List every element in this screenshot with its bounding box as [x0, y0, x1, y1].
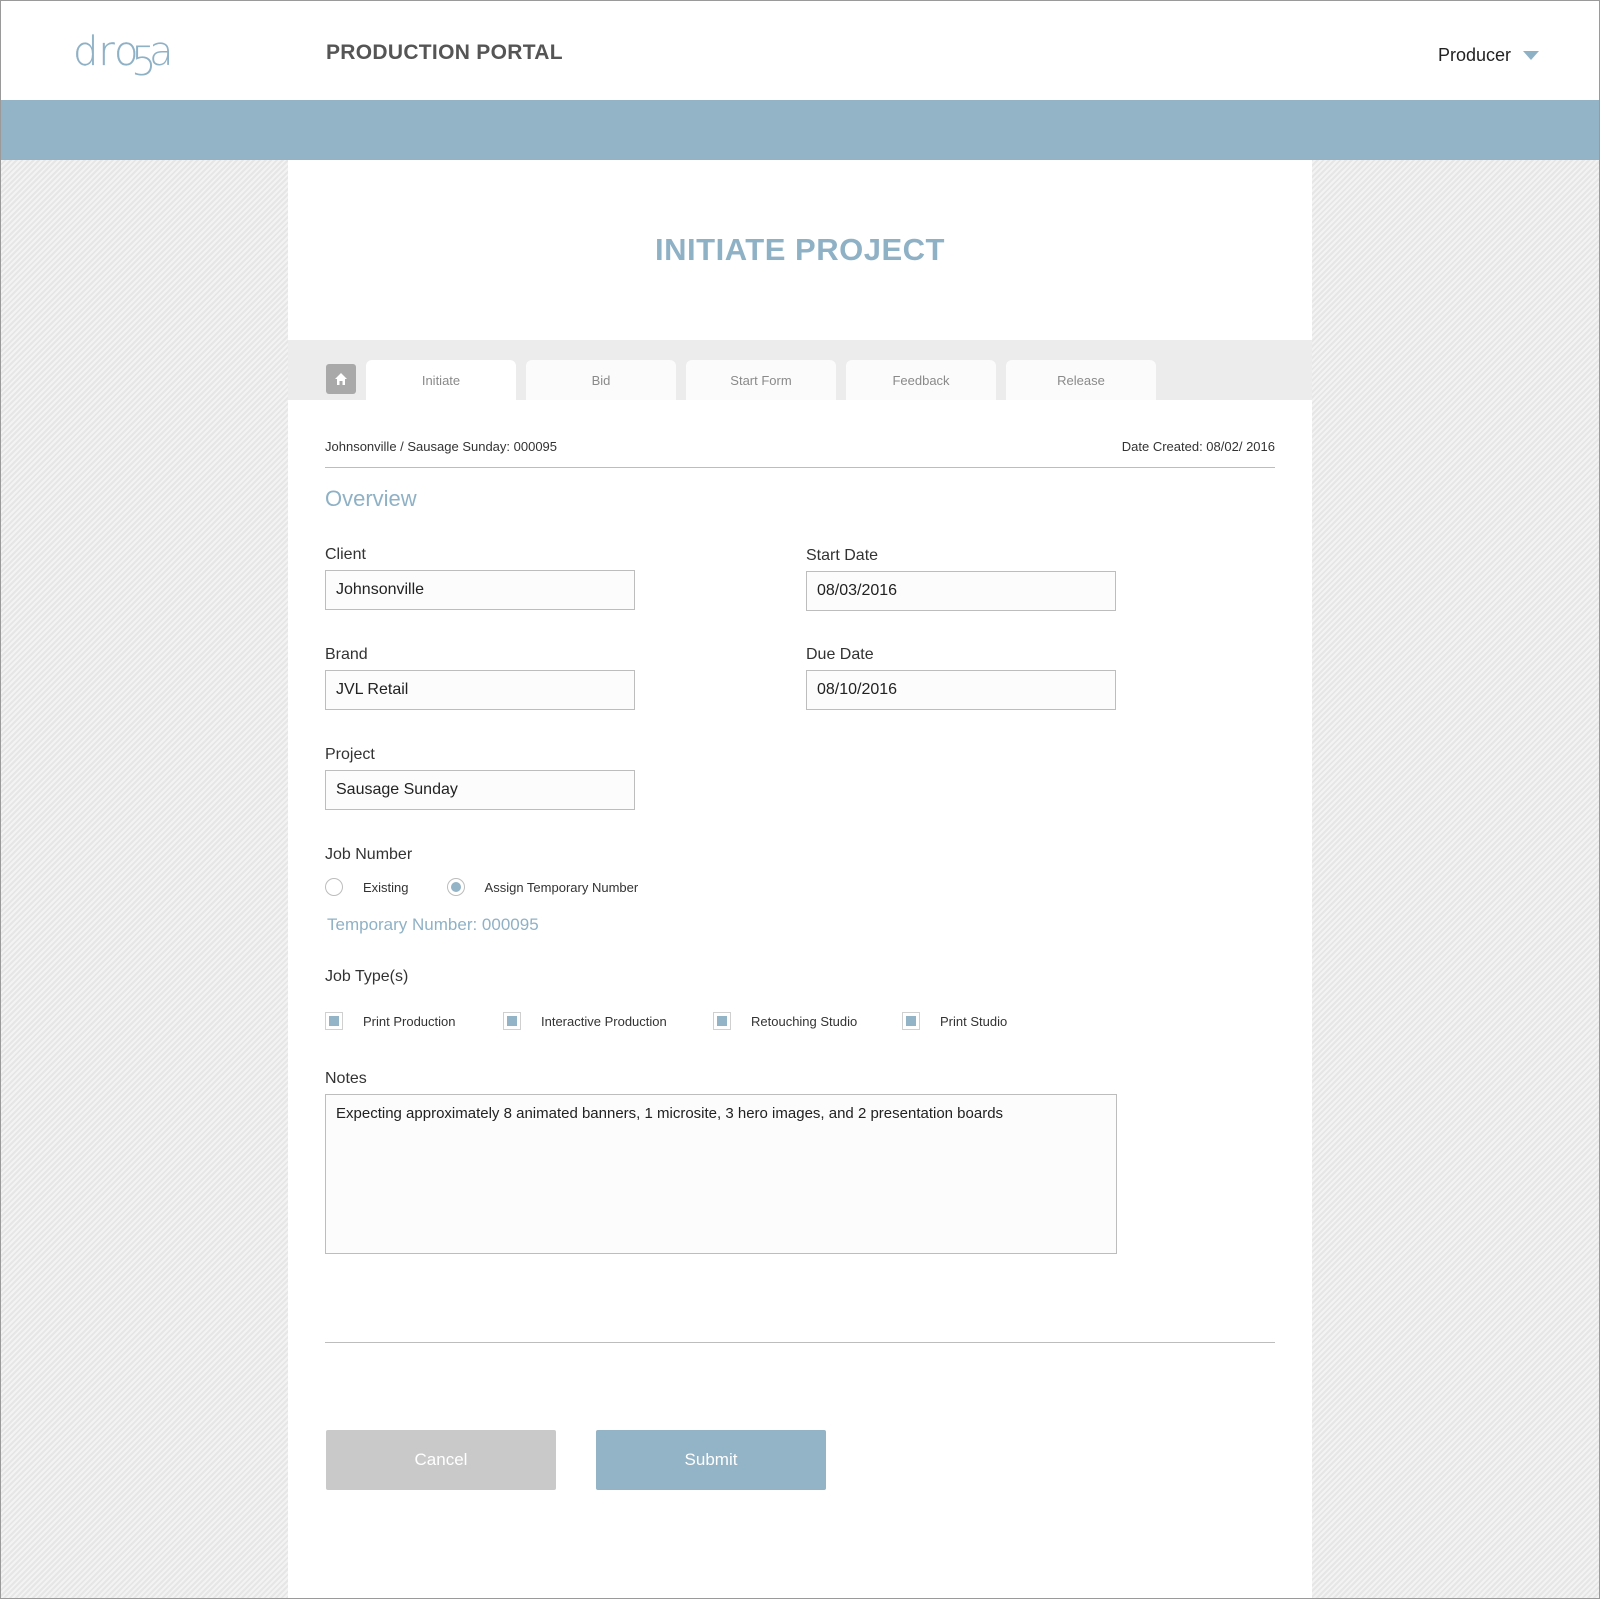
existing-radio[interactable] [325, 878, 343, 896]
existing-radio-label: Existing [363, 879, 409, 895]
job-type-print-production[interactable]: Print Production [325, 1012, 456, 1030]
client-label: Client [325, 546, 366, 563]
job-number-label: Job Number [325, 846, 413, 863]
interactive-production-checkbox[interactable] [503, 1012, 521, 1030]
due-date-label: Due Date [806, 646, 874, 663]
user-role-label: Producer [1438, 45, 1512, 65]
tab-bid[interactable]: Bid [526, 360, 676, 400]
portal-title: PRODUCTION PORTAL [326, 41, 563, 64]
job-types-label: Job Type(s) [325, 968, 409, 985]
header-banner [0, 100, 1600, 160]
retouching-studio-checkbox[interactable] [713, 1012, 731, 1030]
project-label: Project [325, 746, 375, 763]
header-divider [325, 467, 1275, 468]
print-studio-label: Print Studio [940, 1013, 1008, 1029]
start-date-label: Start Date [806, 547, 879, 564]
tab-start-form[interactable]: Start Form [686, 360, 836, 400]
dro5a-logo: dro 5 a [73, 29, 173, 85]
job-type-retouching-studio[interactable]: Retouching Studio [713, 1012, 857, 1030]
start-date-input[interactable] [806, 571, 1116, 611]
temporary-number: Temporary Number: 000095 [327, 915, 539, 934]
svg-text:a: a [149, 29, 173, 75]
job-type-interactive-production[interactable]: Interactive Production [503, 1012, 667, 1030]
svg-text:dro: dro [73, 29, 138, 75]
job-number-options: Existing Assign Temporary Number [325, 878, 638, 896]
footer-divider [325, 1342, 1275, 1343]
section-title-overview: Overview [325, 486, 417, 511]
home-button[interactable] [326, 364, 356, 394]
due-date-input[interactable] [806, 670, 1116, 710]
radio-selected-dot [450, 882, 461, 892]
main-panel: INITIATE PROJECT Initiate Bid Start Form… [288, 160, 1312, 1599]
interactive-production-label: Interactive Production [541, 1013, 667, 1029]
tab-initiate[interactable]: Initiate [366, 360, 516, 400]
notes-label: Notes [325, 1070, 367, 1087]
brand-input[interactable] [325, 670, 635, 710]
job-type-print-studio[interactable]: Print Studio [902, 1012, 1007, 1030]
top-header: dro 5 a PRODUCTION PORTAL Producer [0, 0, 1600, 100]
assign-temporary-number-label: Assign Temporary Number [484, 879, 639, 895]
brand-label: Brand [325, 646, 368, 663]
user-role-dropdown[interactable]: Producer [1438, 45, 1540, 66]
assign-temporary-number-radio[interactable] [446, 878, 465, 896]
home-icon [335, 373, 347, 385]
project-breadcrumb: Johnsonville / Sausage Sunday: 000095 [325, 439, 558, 454]
client-input[interactable] [325, 570, 635, 610]
project-input[interactable] [325, 770, 635, 810]
notes-textarea[interactable]: Expecting approximately 8 animated banne… [325, 1094, 1117, 1254]
submit-button[interactable]: Submit [596, 1430, 826, 1490]
tab-feedback[interactable]: Feedback [846, 360, 996, 400]
page-title: INITIATE PROJECT [655, 232, 945, 267]
chevron-down-icon [1523, 51, 1540, 60]
tab-release[interactable]: Release [1006, 360, 1156, 400]
cancel-button[interactable]: Cancel [326, 1430, 556, 1490]
print-studio-checkbox[interactable] [902, 1012, 920, 1030]
print-production-label: Print Production [363, 1013, 456, 1029]
retouching-studio-label: Retouching Studio [751, 1013, 858, 1029]
date-created: Date Created: 08/02/ 2016 [1121, 439, 1275, 454]
print-production-checkbox[interactable] [325, 1012, 343, 1030]
workflow-tabbar: Initiate Bid Start Form Feedback Release [288, 340, 1312, 400]
